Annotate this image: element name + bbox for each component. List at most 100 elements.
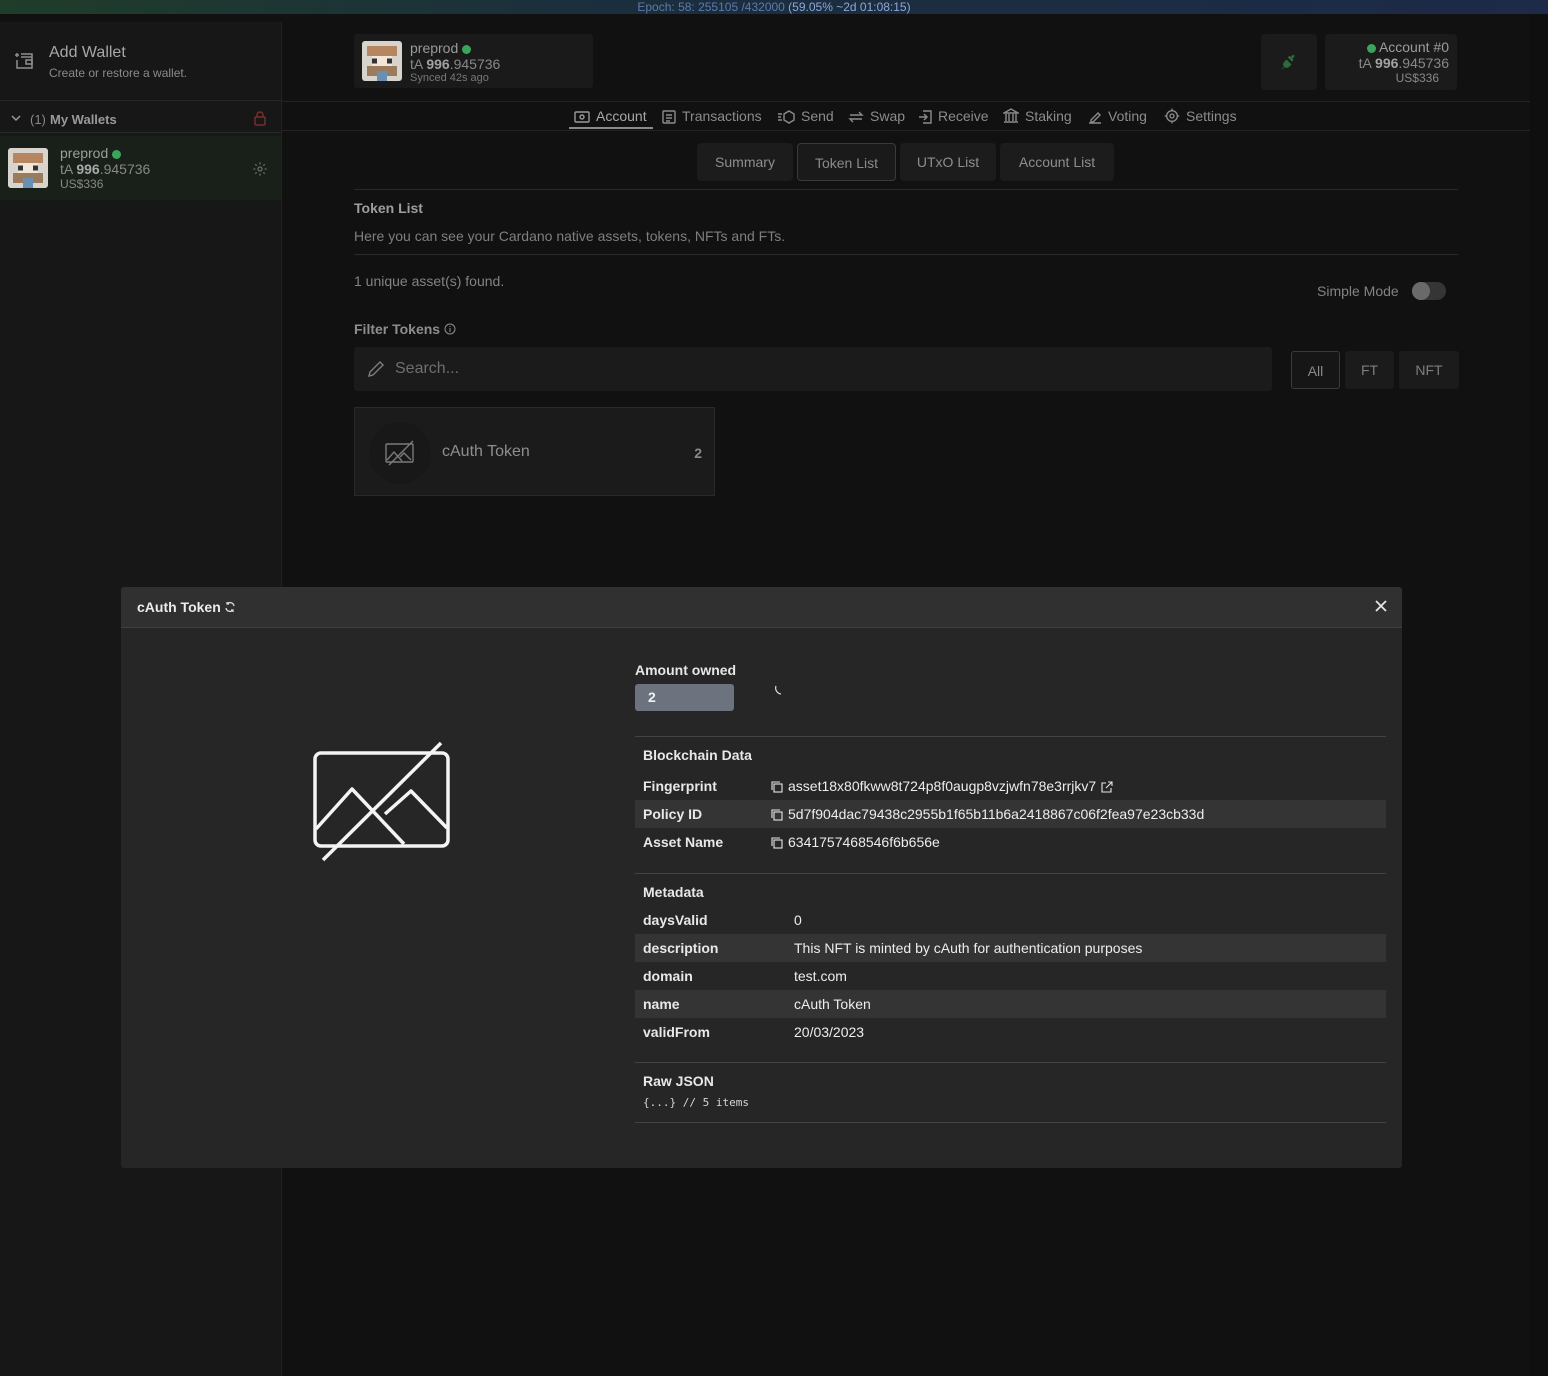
gear-icon [1164, 108, 1180, 124]
policy-id-row: Policy ID 5d7f904dac79438c2955b1f65b11b6… [635, 800, 1386, 828]
simple-mode-label: Simple Mode [1317, 283, 1399, 299]
token-thumbnail [369, 422, 431, 484]
divider [282, 130, 1530, 131]
metadata-title: Metadata [643, 884, 704, 900]
metadata-row: domain test.com [635, 962, 1386, 990]
divider [635, 873, 1386, 874]
raw-json-viewer[interactable]: {...} // 5 items [643, 1096, 749, 1109]
account-balance: tA 996.945736 [1358, 55, 1449, 71]
divider [635, 1122, 1386, 1123]
wallet-name: preprod [60, 145, 122, 161]
wallet-avatar [362, 41, 402, 81]
tab-token-list[interactable]: Token List [797, 143, 896, 181]
image-off-icon [385, 440, 414, 466]
divider [354, 189, 1458, 190]
nav-receive[interactable]: Receive [918, 108, 989, 124]
simple-mode-toggle[interactable] [1412, 282, 1446, 300]
wallet-avatar [8, 148, 48, 188]
add-wallet-icon [12, 48, 36, 72]
row-value: This NFT is minted by cAuth for authenti… [794, 940, 1143, 956]
divider [635, 736, 1386, 737]
wallet-balance: tA 996.945736 [410, 56, 501, 72]
status-dot [462, 44, 472, 54]
amount-owned-label: Amount owned [635, 662, 737, 678]
nav-account[interactable]: Account [574, 108, 647, 124]
row-key: description [643, 940, 719, 956]
nav-active-indicator [569, 127, 653, 129]
swap-icon [848, 111, 864, 123]
account-name: Account #0 [1366, 39, 1449, 55]
nav-settings[interactable]: Settings [1164, 108, 1237, 124]
modal-title: cAuth Token [137, 599, 236, 615]
token-list-description: Here you can see your Cardano native ass… [354, 228, 786, 244]
pencil-icon [367, 360, 385, 378]
row-value[interactable]: 6341757468546f6b656e [771, 828, 940, 856]
nav-transactions[interactable]: Transactions [662, 108, 762, 124]
wallet-usd: US$336 [60, 177, 104, 191]
token-count: 2 [694, 445, 702, 461]
add-wallet-button[interactable]: Add Wallet Create or restore a wallet. [0, 22, 281, 101]
account-usd: US$336 [1395, 71, 1439, 85]
row-value: test.com [794, 968, 847, 984]
nav-staking[interactable]: Staking [1001, 108, 1072, 124]
my-wallets-header[interactable]: (1) My Wallets [0, 106, 281, 133]
copy-icon [771, 809, 783, 821]
voting-icon [1089, 112, 1101, 124]
metadata-row: name cAuth Token [635, 990, 1386, 1018]
metadata-row: description This NFT is minted by cAuth … [635, 934, 1386, 962]
amount-owned-value: 2 [635, 684, 734, 711]
tab-utxo-list[interactable]: UTxO List [900, 143, 996, 181]
send-icon [778, 110, 795, 124]
assets-found-count: 1 unique asset(s) found. [354, 273, 505, 289]
modal-header: cAuth Token [121, 587, 1402, 628]
nav-voting[interactable]: Voting [1088, 108, 1147, 124]
raw-json-title: Raw JSON [643, 1073, 714, 1089]
search-placeholder: Search... [395, 360, 460, 377]
token-card[interactable]: cAuth Token 2 [354, 407, 715, 496]
wallet-balance: tA 996.945736 [60, 161, 151, 177]
account-card[interactable]: Account #0 tA 996.945736 US$336 [1325, 34, 1457, 90]
loading-spinner-icon [775, 684, 787, 702]
search-input[interactable]: Search... [354, 347, 1272, 391]
row-key: Policy ID [643, 806, 703, 822]
metadata-row: daysValid 0 [635, 906, 1386, 934]
scroll-edge [1530, 14, 1548, 1376]
token-list-title: Token List [354, 200, 423, 216]
row-key: validFrom [643, 1024, 710, 1040]
token-detail-modal: cAuth Token Amount owned 2 Blockchain Da… [121, 587, 1402, 1168]
token-name: cAuth Token [442, 443, 530, 460]
filter-ft-button[interactable]: FT [1345, 351, 1394, 389]
divider [282, 101, 1530, 102]
row-key: daysValid [643, 912, 708, 928]
epoch-progress: (59.05% ~2d 01:08:15) [788, 0, 911, 14]
wallet-header-card[interactable]: preprod tA 996.945736 Synced 42s ago [354, 34, 593, 88]
tab-summary[interactable]: Summary [697, 143, 793, 181]
blockchain-data-title: Blockchain Data [643, 747, 752, 763]
copy-icon [771, 837, 783, 849]
row-value[interactable]: 5d7f904dac79438c2955b1f65b11b6a2418867c0… [771, 800, 1204, 828]
wallet-item[interactable]: preprod tA 996.945736 US$336 [0, 136, 281, 200]
copy-icon [771, 781, 783, 793]
wallets-count: (1) [30, 112, 46, 127]
nav-swap[interactable]: Swap [848, 108, 905, 124]
toggle-knob [1412, 282, 1430, 300]
row-value[interactable]: asset18x80fkww8t724p8f0augp8vzjwfn78e3rr… [771, 772, 1113, 800]
lock-icon[interactable] [253, 110, 267, 129]
filter-nft-button[interactable]: NFT [1399, 351, 1459, 389]
status-dot [1366, 43, 1376, 53]
filter-all-button[interactable]: All [1291, 351, 1340, 389]
close-icon[interactable] [1374, 599, 1388, 618]
gear-icon[interactable] [252, 161, 268, 182]
transactions-icon [662, 110, 676, 124]
row-key: Asset Name [643, 834, 724, 850]
wallets-label: My Wallets [50, 112, 117, 127]
row-value: 0 [794, 912, 802, 928]
dapp-connect-button[interactable] [1261, 34, 1317, 90]
filter-tokens-label: Filter Tokens [354, 321, 456, 337]
divider [635, 1062, 1386, 1063]
tab-account-list[interactable]: Account List [1000, 143, 1114, 181]
nav-send[interactable]: Send [777, 108, 834, 124]
row-value: 20/03/2023 [794, 1024, 865, 1040]
refresh-icon [225, 601, 235, 613]
chevron-down-icon[interactable] [10, 112, 22, 127]
